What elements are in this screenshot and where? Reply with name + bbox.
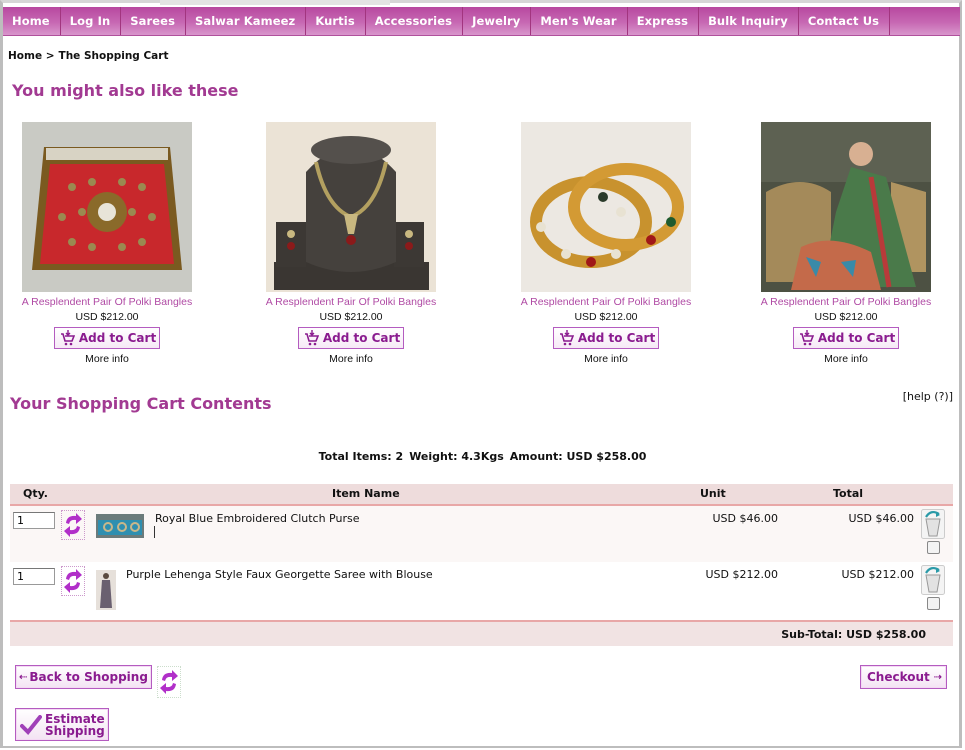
nav-salwar-kameez[interactable]: Salwar Kameez bbox=[186, 7, 307, 35]
refresh-icon bbox=[64, 569, 82, 593]
add-to-cart-button[interactable]: Add to Cart bbox=[297, 327, 405, 349]
item-total-price: USD $212.00 bbox=[841, 568, 915, 581]
nav-login[interactable]: Log In bbox=[61, 7, 122, 35]
col-unit: Unit bbox=[700, 487, 726, 500]
remove-item-button[interactable] bbox=[921, 509, 945, 542]
cart-row: Royal Blue Embroidered Clutch Purse USD … bbox=[10, 506, 953, 562]
item-thumbnail[interactable] bbox=[96, 570, 116, 610]
checkout-button[interactable]: Checkout ⇢ bbox=[860, 665, 948, 689]
back-to-shopping-button[interactable]: ⇠ Back to Shopping bbox=[15, 665, 152, 689]
cart-title: Your Shopping Cart Contents bbox=[10, 394, 272, 413]
add-to-cart-button[interactable]: Add to Cart bbox=[792, 327, 900, 349]
more-info-link[interactable]: More info bbox=[256, 353, 446, 365]
product-name-link[interactable]: A Resplendent Pair Of Polki Bangles bbox=[12, 296, 202, 308]
quantity-input[interactable] bbox=[13, 568, 55, 585]
update-cart-button[interactable] bbox=[157, 666, 181, 698]
nav-sarees[interactable]: Sarees bbox=[121, 7, 187, 35]
text-cursor bbox=[154, 526, 155, 538]
item-name-link[interactable]: Purple Lehenga Style Faux Georgette Sare… bbox=[126, 568, 433, 581]
nav-contact-us[interactable]: Contact Us bbox=[799, 7, 891, 35]
col-qty: Qty. bbox=[23, 487, 48, 500]
product-name-link[interactable]: A Resplendent Pair Of Polki Bangles bbox=[751, 296, 941, 308]
main-nav: Home Log In Sarees Salwar Kameez Kurtis … bbox=[3, 7, 960, 36]
checkmark-icon bbox=[20, 714, 42, 735]
product-price: USD $212.00 bbox=[814, 311, 878, 323]
more-info-link[interactable]: More info bbox=[511, 353, 701, 365]
nav-home[interactable]: Home bbox=[3, 7, 61, 35]
remove-checkbox[interactable] bbox=[927, 597, 940, 610]
nav-jewelry[interactable]: Jewelry bbox=[463, 7, 532, 35]
item-name-link[interactable]: Royal Blue Embroidered Clutch Purse bbox=[155, 512, 359, 525]
product-image-saree[interactable] bbox=[761, 122, 931, 292]
refresh-icon bbox=[160, 670, 178, 694]
estimate-shipping-button[interactable]: Estimate Shipping bbox=[15, 708, 109, 741]
nav-kurtis[interactable]: Kurtis bbox=[306, 7, 366, 35]
col-total: Total bbox=[833, 487, 864, 500]
product-name-link[interactable]: A Resplendent Pair Of Polki Bangles bbox=[256, 296, 446, 308]
total-amount: Amount: USD $258.00 bbox=[509, 450, 647, 463]
item-unit-price: USD $46.00 bbox=[712, 512, 779, 525]
breadcrumb: Home > The Shopping Cart bbox=[8, 50, 172, 62]
quantity-input[interactable] bbox=[13, 512, 55, 529]
cart-icon bbox=[559, 330, 574, 346]
top-strip bbox=[160, 0, 390, 5]
add-to-cart-button[interactable]: Add to Cart bbox=[552, 327, 660, 349]
refresh-icon bbox=[64, 513, 82, 537]
product-image-bangles[interactable] bbox=[521, 122, 691, 292]
nav-mens-wear[interactable]: Men's Wear bbox=[531, 7, 628, 35]
remove-checkbox[interactable] bbox=[927, 541, 940, 554]
item-thumbnail[interactable] bbox=[96, 514, 144, 538]
product-name-link[interactable]: A Resplendent Pair Of Polki Bangles bbox=[511, 296, 701, 308]
cart-summary: Total Items: 2 Weight: 4.3Kgs Amount: USD … bbox=[0, 450, 965, 463]
item-total-price: USD $46.00 bbox=[848, 512, 915, 525]
cart-icon bbox=[60, 330, 75, 346]
cart-table-header: Qty. Item Name Unit Total bbox=[10, 484, 953, 506]
more-info-link[interactable]: More info bbox=[12, 353, 202, 365]
nav-express[interactable]: Express bbox=[628, 7, 700, 35]
product-price: USD $212.00 bbox=[75, 311, 139, 323]
cart-icon bbox=[799, 330, 814, 346]
product-card: A Resplendent Pair Of Polki Bangles USD … bbox=[12, 122, 202, 365]
breadcrumb-current: The Shopping Cart bbox=[58, 50, 169, 62]
cart-icon bbox=[304, 330, 319, 346]
help-link[interactable]: [help (?)] bbox=[903, 390, 953, 403]
add-to-cart-button[interactable]: Add to Cart bbox=[53, 327, 161, 349]
back-arrow-icon: ⇠ bbox=[19, 671, 28, 683]
product-card: A Resplendent Pair Of Polki Bangles USD … bbox=[256, 122, 446, 365]
update-quantity-button[interactable] bbox=[61, 566, 85, 596]
total-weight: Weight: 4.3Kgs bbox=[409, 450, 504, 463]
subtotal-value: Sub-Total: USD $258.00 bbox=[781, 628, 926, 641]
col-item-name: Item Name bbox=[332, 487, 400, 500]
nav-bulk-inquiry[interactable]: Bulk Inquiry bbox=[699, 7, 799, 35]
product-price: USD $212.00 bbox=[319, 311, 383, 323]
cart-row: Purple Lehenga Style Faux Georgette Sare… bbox=[10, 562, 953, 618]
product-image-necklace[interactable] bbox=[266, 122, 436, 292]
trash-icon bbox=[921, 565, 945, 595]
total-items: Total Items: 2 bbox=[318, 450, 404, 463]
product-image-red-clutch[interactable] bbox=[22, 122, 192, 292]
product-price: USD $212.00 bbox=[574, 311, 638, 323]
breadcrumb-home[interactable]: Home > bbox=[8, 50, 55, 62]
product-card: A Resplendent Pair Of Polki Bangles USD … bbox=[751, 122, 941, 365]
more-info-link[interactable]: More info bbox=[751, 353, 941, 365]
product-card: A Resplendent Pair Of Polki Bangles USD … bbox=[511, 122, 701, 365]
subtotal-bar: Sub-Total: USD $258.00 bbox=[10, 620, 953, 646]
item-unit-price: USD $212.00 bbox=[705, 568, 779, 581]
trash-icon bbox=[921, 509, 945, 539]
nav-accessories[interactable]: Accessories bbox=[366, 7, 464, 35]
recommendations-title: You might also like these bbox=[12, 81, 239, 100]
remove-item-button[interactable] bbox=[921, 565, 945, 598]
forward-arrow-icon: ⇢ bbox=[933, 671, 943, 683]
update-quantity-button[interactable] bbox=[61, 510, 85, 540]
